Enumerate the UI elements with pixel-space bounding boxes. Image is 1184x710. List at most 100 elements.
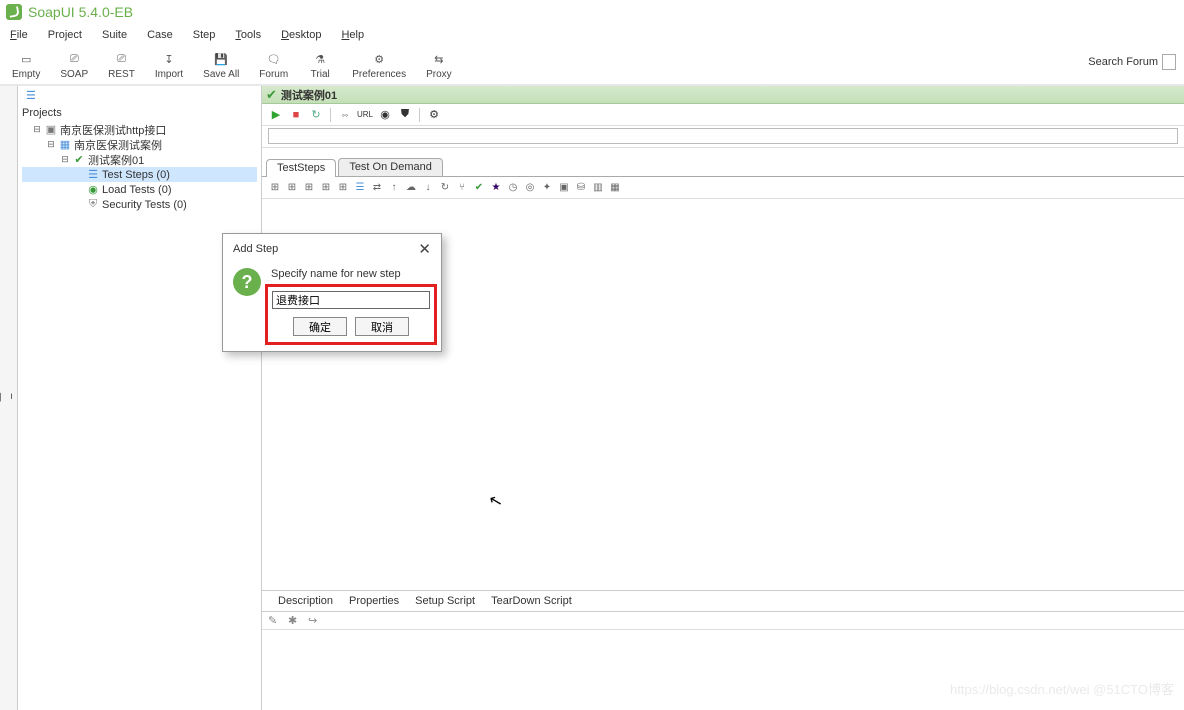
properties-panel <box>262 630 1184 710</box>
run-button[interactable]: ▶ <box>268 107 284 123</box>
tab-teststeps[interactable]: TestSteps <box>266 159 336 177</box>
ruler-icon[interactable]: ▥ <box>591 181 605 195</box>
db-icon[interactable]: ⛁ <box>574 181 588 195</box>
collapse-icon[interactable]: ⊟ <box>46 139 56 150</box>
cloud-icon[interactable]: ☁ <box>404 181 418 195</box>
menu-suite[interactable]: Suite <box>96 27 133 43</box>
menu-step[interactable]: Step <box>187 27 222 43</box>
tab-teardown-script[interactable]: TearDown Script <box>483 593 580 609</box>
down-icon[interactable]: ↓ <box>421 181 435 195</box>
tool-preferences[interactable]: ⚙Preferences <box>344 48 414 82</box>
document-header: ✔ 测试案例01 <box>262 86 1184 104</box>
cancel-button[interactable]: 取消 <box>355 317 409 336</box>
suite-icon: ▦ <box>58 138 72 152</box>
app-logo-icon <box>6 4 22 20</box>
empty-icon: ▭ <box>17 50 35 68</box>
collapse-icon[interactable]: ⊟ <box>32 124 42 135</box>
grid-icon[interactable]: ⊞ <box>336 181 350 195</box>
menu-project[interactable]: Project <box>42 27 88 43</box>
step-name-input[interactable] <box>272 291 430 309</box>
gear-icon: ⚙ <box>370 50 388 68</box>
branch-icon[interactable]: ⑂ <box>455 181 469 195</box>
grid-icon[interactable]: ⊞ <box>285 181 299 195</box>
menu-help[interactable]: Help <box>335 27 370 43</box>
loop-icon[interactable]: ↻ <box>438 181 452 195</box>
search-forum: Search Forum <box>1088 54 1176 70</box>
list-icon[interactable]: ☰ <box>26 89 40 101</box>
gear-icon[interactable]: ✱ <box>288 614 302 628</box>
shield-icon[interactable]: ⛊ <box>397 107 413 123</box>
folder-icon: ▣ <box>44 123 58 137</box>
export-icon[interactable]: ↪ <box>308 614 322 628</box>
tool-import[interactable]: ↧Import <box>147 48 191 82</box>
tree-teststeps[interactable]: ☰Test Steps (0) <box>22 167 257 182</box>
question-icon: ? <box>233 268 261 296</box>
sparkle-icon[interactable]: ✦ <box>540 181 554 195</box>
url-button[interactable]: URL <box>357 107 373 123</box>
minimize-icon[interactable]: − <box>5 390 17 402</box>
globe-icon[interactable]: ◉ <box>377 107 393 123</box>
collapse-icon[interactable]: ⊟ <box>60 154 70 165</box>
navigator-tab[interactable]: − ◧ Navigator <box>0 86 18 710</box>
pin-icon[interactable]: ◧ <box>0 390 3 402</box>
gear-icon[interactable]: ⚙ <box>426 107 442 123</box>
tool-proxy[interactable]: ⇆Proxy <box>418 48 460 82</box>
ok-button[interactable]: 确定 <box>293 317 347 336</box>
check-icon: ✔ <box>72 153 86 167</box>
grid-icon[interactable]: ⊞ <box>319 181 333 195</box>
target-icon[interactable]: ◎ <box>523 181 537 195</box>
block-icon[interactable]: ▦ <box>608 181 622 195</box>
menu-desktop[interactable]: Desktop <box>275 27 327 43</box>
clock-icon[interactable]: ◷ <box>506 181 520 195</box>
menu-tools[interactable]: Tools <box>229 27 267 43</box>
up-icon[interactable]: ↑ <box>387 181 401 195</box>
menu-case[interactable]: Case <box>141 27 179 43</box>
tool-soap[interactable]: ⎚SOAP <box>52 48 96 82</box>
stop-button[interactable]: ■ <box>288 107 304 123</box>
loop-button[interactable]: ↻ <box>308 107 324 123</box>
menu-file[interactable]: File <box>4 27 34 43</box>
tool-trial[interactable]: ⚗Trial <box>300 48 340 82</box>
document-title: 测试案例01 <box>281 87 337 103</box>
tab-description[interactable]: Description <box>270 593 341 609</box>
check-icon[interactable]: ✔ <box>472 181 486 195</box>
project-toolbar: ☰ <box>18 88 261 106</box>
tree-label: 南京医保测试http接口 <box>60 122 166 138</box>
tab-setup-script[interactable]: Setup Script <box>407 593 483 609</box>
star-icon[interactable]: ★ <box>489 181 503 195</box>
transfer-icon[interactable]: ⇄ <box>370 181 384 195</box>
tool-saveall[interactable]: 💾Save All <box>195 48 247 82</box>
tab-properties[interactable]: Properties <box>341 593 407 609</box>
tree-project[interactable]: ⊟▣南京医保测试http接口 <box>22 122 257 137</box>
tool-rest[interactable]: ⎚REST <box>100 48 143 82</box>
search-label: Search Forum <box>1088 56 1158 68</box>
tree-security[interactable]: ⛨Security Tests (0) <box>22 197 257 212</box>
list-icon[interactable]: ☰ <box>353 181 367 195</box>
search-input[interactable] <box>1162 54 1176 70</box>
content-tabs: TestSteps Test On Demand <box>262 158 1184 177</box>
window-titlebar: SoapUI 5.4.0-EB <box>0 0 1184 24</box>
tree-suite[interactable]: ⊟▦南京医保测试案例 <box>22 137 257 152</box>
tab-test-on-demand[interactable]: Test On Demand <box>338 158 443 176</box>
step-icon[interactable]: ◦◦ <box>337 107 353 123</box>
grid-icon[interactable]: ⊞ <box>268 181 282 195</box>
tool-empty[interactable]: ▭Empty <box>4 48 48 82</box>
tree-label: Security Tests (0) <box>102 199 187 211</box>
tree-case[interactable]: ⊟✔测试案例01 <box>22 152 257 167</box>
tree-loadtests[interactable]: ◉Load Tests (0) <box>22 182 257 197</box>
editor-panel: ✔ 测试案例01 ▶ ■ ↻ ◦◦ URL ◉ ⛊ ⚙ TestSteps Te… <box>262 86 1184 710</box>
close-icon[interactable]: ✕ <box>418 240 431 258</box>
add-step-dialog: Add Step ✕ ? Specify name for new step 确… <box>222 233 442 352</box>
window-icon[interactable]: ▣ <box>557 181 571 195</box>
wand-icon[interactable]: ✎ <box>268 614 282 628</box>
grid-icon[interactable]: ⊞ <box>302 181 316 195</box>
tree-label: 测试案例01 <box>88 152 144 168</box>
tree-label: Load Tests (0) <box>102 184 172 196</box>
filter-input[interactable] <box>268 128 1178 144</box>
tree-label: 南京医保测试案例 <box>74 137 162 153</box>
projects-header: Projects <box>18 106 261 120</box>
tool-forum[interactable]: 🗨Forum <box>251 48 296 82</box>
properties-toolbar: ✎ ✱ ↪ <box>262 612 1184 630</box>
save-all-icon: 💾 <box>212 50 230 68</box>
dialog-prompt: Specify name for new step <box>271 268 431 280</box>
